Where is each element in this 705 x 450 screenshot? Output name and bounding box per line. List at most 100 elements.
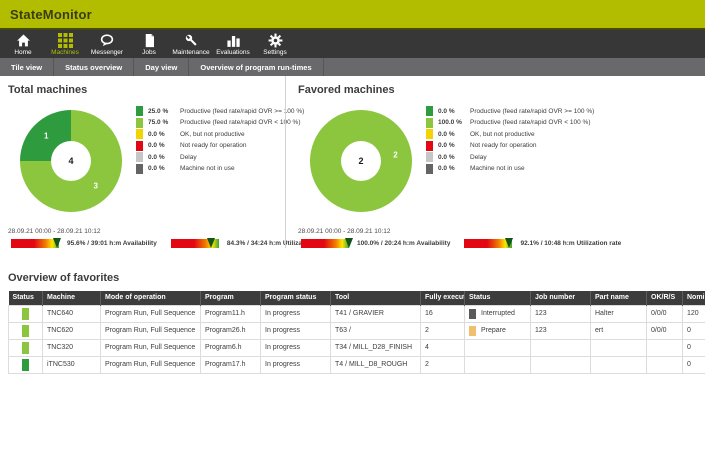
job-status: Interrupted xyxy=(465,305,531,322)
legend-swatch xyxy=(426,164,433,174)
job-status xyxy=(465,356,531,373)
gauges-row: 100.0% / 20:24 h:m Availability 92.1% / … xyxy=(298,239,586,248)
col-nominal-quantity: Nominal quantity xyxy=(683,291,705,305)
tab-overview-program-run-times[interactable]: Overview of program run-times xyxy=(189,58,323,76)
machine-status-swatch xyxy=(22,325,29,337)
section-total-machines: Total machines 4 31 25.0 %Productive (fe… xyxy=(0,76,285,248)
nav-label: Messenger xyxy=(91,49,123,56)
col-job-number: Job number xyxy=(531,291,591,305)
evaluation-period: 28.09.21 00:00 - 28.09.21 10:12 xyxy=(8,228,285,235)
legend-label: Not ready for operation xyxy=(180,142,246,149)
tool: T4 / MILL_D8_ROUGH xyxy=(331,356,421,373)
ok-r-s: 0/0/0 xyxy=(647,322,683,339)
legend-pct: 100.0 % xyxy=(438,119,470,126)
table-row[interactable]: TNC640 Program Run, Full Sequence Progra… xyxy=(9,305,705,322)
tab-status-overview[interactable]: Status overview xyxy=(54,58,134,76)
donut-hole: 4 xyxy=(51,141,91,181)
machines-icon xyxy=(58,32,73,48)
nav-item-machines[interactable]: Machines xyxy=(44,30,86,58)
job-number xyxy=(531,339,591,356)
content: Total machines 4 31 25.0 %Productive (fe… xyxy=(0,76,705,374)
legend-swatch xyxy=(136,141,143,151)
col-program-status: Program status xyxy=(261,291,331,305)
col-machine: Machine xyxy=(43,291,101,305)
machine-status-swatch xyxy=(22,308,29,320)
col-fully-executed: Fully executed xyxy=(421,291,465,305)
nav-label: Settings xyxy=(263,49,287,56)
legend-pct: 75.0 % xyxy=(148,119,180,126)
fully-executed: 2 xyxy=(421,322,465,339)
legend-pct: 0.0 % xyxy=(148,142,180,149)
table-row[interactable]: TNC320 Program Run, Full Sequence Progra… xyxy=(9,339,705,356)
favorites-table: Status Machine Mode of operation Program… xyxy=(8,291,705,374)
legend: 0.0 %Productive (feed rate/rapid OVR >= … xyxy=(426,106,594,212)
table-row[interactable]: iTNC530 Program Run, Full Sequence Progr… xyxy=(9,356,705,373)
part-name: Halter xyxy=(591,305,647,322)
nav-item-maintenance[interactable]: Maintenance xyxy=(170,30,212,58)
nav-label: Maintenance xyxy=(172,49,209,56)
job-number: 123 xyxy=(531,305,591,322)
gauge-marker xyxy=(345,238,353,248)
subnav-tabs: Tile view Status overview Day view Overv… xyxy=(0,58,705,76)
donut-center-value: 2 xyxy=(358,156,363,166)
tab-tile-view[interactable]: Tile view xyxy=(0,58,54,76)
legend-swatch xyxy=(426,106,433,116)
part-name xyxy=(591,356,647,373)
nav-item-jobs[interactable]: Jobs xyxy=(128,30,170,58)
legend-label: Productive (feed rate/rapid OVR < 100 %) xyxy=(470,119,591,126)
col-status: Status xyxy=(9,291,43,305)
gauge-bar xyxy=(171,239,219,248)
nav-item-home[interactable]: Home xyxy=(2,30,44,58)
program-status: In progress xyxy=(261,305,331,322)
mode-of-operation: Program Run, Full Sequence xyxy=(101,339,201,356)
maintenance-icon xyxy=(184,32,199,48)
home-icon xyxy=(16,32,31,48)
nav-item-messenger[interactable]: Messenger xyxy=(86,30,128,58)
mode-of-operation: Program Run, Full Sequence xyxy=(101,356,201,373)
legend-label: Machine not in use xyxy=(180,165,235,172)
part-name xyxy=(591,339,647,356)
fully-executed: 2 xyxy=(421,356,465,373)
machine-status-swatch xyxy=(22,342,29,354)
job-number: 123 xyxy=(531,322,591,339)
tab-day-view[interactable]: Day view xyxy=(134,58,189,76)
nav-item-settings[interactable]: Settings xyxy=(254,30,296,58)
nominal-quantity: 0 xyxy=(683,356,705,373)
legend-pct: 0.0 % xyxy=(148,154,180,161)
table-row[interactable]: TNC620 Program Run, Full Sequence Progra… xyxy=(9,322,705,339)
legend-swatch xyxy=(136,118,143,128)
section-favored-machines: Favored machines 2 2 0.0 %Productive (fe… xyxy=(286,76,586,248)
favored-machines-donut-chart: 2 2 xyxy=(310,110,412,212)
table-header-row: Status Machine Mode of operation Program… xyxy=(9,291,705,305)
gauge-bar xyxy=(11,239,59,248)
legend-swatch xyxy=(136,152,143,162)
legend-label: Machine not in use xyxy=(470,165,525,172)
legend-label: Productive (feed rate/rapid OVR < 100 %) xyxy=(180,119,301,126)
gauge-marker xyxy=(53,238,61,248)
legend-swatch xyxy=(426,141,433,151)
total-machines-donut-chart: 4 31 xyxy=(20,110,122,212)
section-overview-of-favorites: Overview of favorites Status Machine Mod… xyxy=(0,272,705,374)
availability-value: 95.6% / 39:01 h:m Availability xyxy=(67,240,157,247)
section-heading: Favored machines xyxy=(298,84,586,96)
legend-swatch xyxy=(136,129,143,139)
job-status-swatch xyxy=(469,343,476,353)
tool: T34 / MILL_D28_FINISH xyxy=(331,339,421,356)
legend-pct: 0.0 % xyxy=(438,165,470,172)
legend-item: 75.0 %Productive (feed rate/rapid OVR < … xyxy=(136,118,304,128)
legend-item: 0.0 %Delay xyxy=(136,152,304,162)
col-ok-r-s: OK/R/S xyxy=(647,291,683,305)
legend-label: OK, but not productive xyxy=(180,131,245,138)
favorites-table-container: Status Machine Mode of operation Program… xyxy=(8,291,705,374)
availability-gauge: 95.6% / 39:01 h:m Availability xyxy=(11,239,157,248)
legend-pct: 0.0 % xyxy=(148,131,180,138)
program-status: In progress xyxy=(261,356,331,373)
tool: T41 / GRAVIER xyxy=(331,305,421,322)
legend-pct: 0.0 % xyxy=(438,154,470,161)
machine-name: TNC640 xyxy=(43,305,101,322)
nav-item-evaluations[interactable]: Evaluations xyxy=(212,30,254,58)
jobs-icon xyxy=(142,32,157,48)
fully-executed: 4 xyxy=(421,339,465,356)
app-title: StateMonitor xyxy=(10,7,92,22)
machine-name: TNC620 xyxy=(43,322,101,339)
